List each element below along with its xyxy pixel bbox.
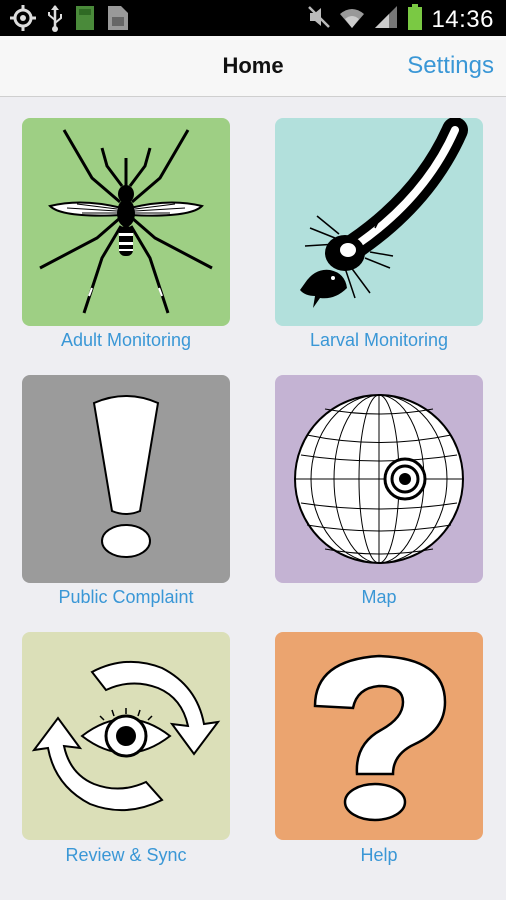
sim-card-icon xyxy=(106,4,130,37)
gps-icon xyxy=(10,5,36,36)
public-complaint-label[interactable]: Public Complaint xyxy=(0,587,256,608)
action-bar: Home Settings xyxy=(0,36,506,97)
help-button[interactable] xyxy=(275,632,483,840)
settings-button[interactable]: Settings xyxy=(407,52,494,80)
eye-sync-icon xyxy=(31,660,221,812)
adult-monitoring-button[interactable] xyxy=(22,118,230,326)
sd-card-icon xyxy=(74,4,96,37)
battery-icon xyxy=(407,3,423,36)
adult-monitoring-label[interactable]: Adult Monitoring xyxy=(0,330,256,351)
larva-icon xyxy=(300,118,468,308)
map-button[interactable] xyxy=(275,375,483,583)
map-label[interactable]: Map xyxy=(249,587,506,608)
clock: 14:36 xyxy=(431,5,494,33)
larval-monitoring-label[interactable]: Larval Monitoring xyxy=(249,330,506,351)
globe-target-icon xyxy=(294,394,464,564)
mute-icon xyxy=(307,4,331,35)
larval-monitoring-button[interactable] xyxy=(275,118,483,326)
question-icon xyxy=(313,654,447,822)
review-sync-button[interactable] xyxy=(22,632,230,840)
help-label[interactable]: Help xyxy=(249,845,506,866)
usb-icon xyxy=(46,4,64,37)
review-sync-label[interactable]: Review & Sync xyxy=(0,845,256,866)
mosquito-icon xyxy=(39,129,213,314)
wifi-icon xyxy=(339,4,365,35)
public-complaint-button[interactable] xyxy=(22,375,230,583)
status-bar: 14:36 xyxy=(0,0,506,36)
exclamation-icon xyxy=(92,395,160,558)
signal-icon xyxy=(373,4,399,35)
